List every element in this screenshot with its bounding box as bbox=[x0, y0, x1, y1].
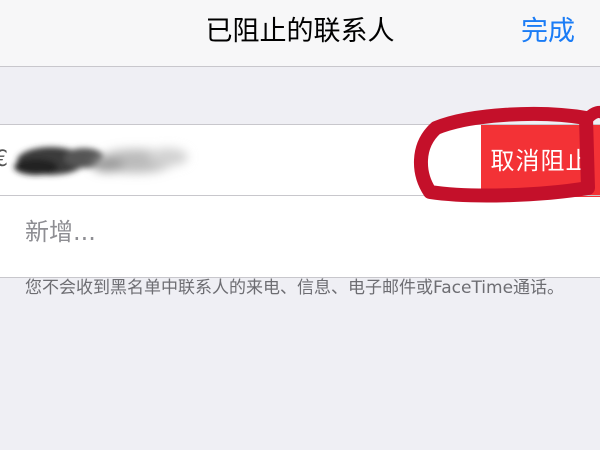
add-new-row[interactable]: 新增... bbox=[0, 197, 600, 277]
done-button[interactable]: 完成 bbox=[521, 14, 575, 50]
blocked-contact-row[interactable]: € 取消阻止 bbox=[0, 125, 600, 197]
redacted-contact-name bbox=[0, 131, 206, 191]
redaction-scribble bbox=[14, 147, 188, 175]
unblock-button[interactable]: 取消阻止 bbox=[481, 125, 600, 197]
page-title: 已阻止的联系人 bbox=[205, 16, 395, 47]
blocked-contacts-list: € 取消阻止 新增... bbox=[0, 124, 600, 278]
blocked-contacts-note: 您不会收到黑名单中联系人的来电、信息、电子邮件或FaceTime通话。 bbox=[25, 278, 565, 298]
navigation-bar: 已阻止的联系人 完成 bbox=[0, 0, 600, 67]
row-divider bbox=[0, 195, 600, 196]
add-new-label: 新增... bbox=[25, 218, 96, 246]
